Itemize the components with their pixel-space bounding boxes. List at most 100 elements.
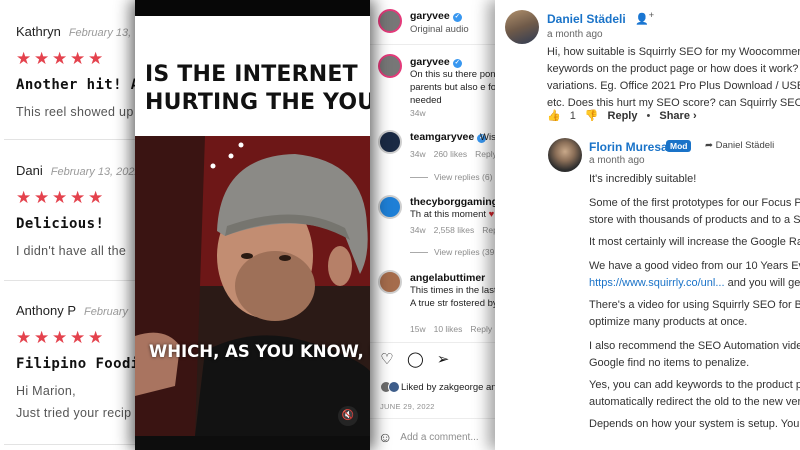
instagram-comments-panel: garyvee ✓ Original audio garyvee ✓ On this… — [370, 0, 495, 450]
comment-icon[interactable]: ◯ — [407, 352, 424, 368]
mute-icon[interactable]: 🔇 — [338, 406, 358, 426]
video-headline: IS THE INTERNET — [145, 62, 358, 87]
reply-paragraph: Some of the first prototypes for our Foc… — [589, 197, 800, 209]
reply-paragraph: It most certainly will increase the Goog… — [589, 236, 800, 248]
video-top-bar — [135, 0, 370, 16]
star-icon: ★ — [52, 49, 68, 68]
emoji-icon[interactable]: ☺ — [378, 429, 392, 445]
share-button[interactable]: Share › — [659, 110, 696, 122]
star-icon: ★ — [70, 188, 86, 207]
star-icon: ★ — [16, 328, 32, 347]
comment-age: 15w — [410, 324, 426, 334]
username-text[interactable]: teamgaryvee — [410, 131, 474, 143]
comment-likes[interactable]: 10 likes — [434, 324, 463, 334]
review-author: Anthony P — [16, 303, 76, 318]
comment-likes[interactable]: 260 likes — [434, 149, 468, 159]
share-label[interactable]: Share — [659, 110, 690, 122]
comment-age: 34w — [410, 149, 426, 159]
comment-username[interactable]: thecyborggaming — [410, 196, 495, 208]
star-icon: ★ — [16, 49, 32, 68]
avatar[interactable] — [378, 54, 402, 78]
reply-paragraph: automatically redirect the old to the ne… — [589, 396, 800, 408]
comment-age: 34w — [410, 108, 426, 118]
reply-link[interactable]: Reply — [470, 324, 492, 334]
comment-username[interactable]: angelabuttimer — [410, 272, 485, 284]
post-actions: ♡ ◯ ➢ — [379, 352, 451, 368]
thumbs-up-icon[interactable]: 👍 — [547, 109, 561, 122]
reply-paragraph: Yes, you can add keywords to the product… — [589, 379, 800, 391]
reply-button[interactable]: Reply — [608, 110, 638, 122]
star-icon: ★ — [88, 49, 104, 68]
reply-paragraph: https://www.squirrly.co/unl... and you w… — [589, 275, 800, 292]
username-text[interactable]: garyvee — [410, 10, 450, 22]
liked-avatars — [380, 381, 400, 393]
post-body-line: Hi, how suitable is Squirrly SEO for my … — [547, 46, 800, 58]
reply-paragraph: We have a good video from our 10 Years E… — [589, 260, 800, 272]
squirrly-link[interactable]: https://www.squirrly.co/unl... — [589, 277, 725, 289]
review-date: February — [84, 306, 129, 318]
post-time: a month ago — [547, 29, 603, 40]
comment-meta: 34w — [410, 108, 434, 118]
divider — [370, 342, 495, 343]
avatar[interactable] — [548, 138, 582, 172]
reply-paragraph: I also recommend the SEO Automation vide… — [589, 340, 800, 352]
avatar[interactable] — [505, 10, 539, 44]
avatar[interactable] — [378, 130, 402, 154]
view-replies-link[interactable]: View replies (39 — [410, 247, 494, 257]
star-icon: ★ — [34, 49, 50, 68]
reply-to[interactable]: ➦ Daniel Städeli — [705, 140, 774, 151]
share-icon[interactable]: ➢ — [435, 352, 451, 368]
reply-paragraph: store with thousands of products and to … — [589, 214, 800, 226]
star-icon: ★ — [70, 328, 86, 347]
comment-age: 34w — [410, 225, 426, 235]
video-panel[interactable]: IS THE INTERNET HURTING THE YOUTH? — [135, 0, 370, 450]
review-author: Kathryn — [16, 24, 61, 39]
verified-icon: ✓ — [452, 13, 462, 22]
reply-link[interactable]: Reply — [475, 149, 495, 159]
follow-user-icon[interactable]: 👤+ — [635, 10, 654, 26]
avatar[interactable] — [378, 9, 402, 33]
ig-audio-label[interactable]: Original audio — [410, 24, 469, 35]
star-icon: ★ — [52, 188, 68, 207]
view-replies-link[interactable]: View replies (6) — [410, 172, 492, 182]
post-body-line: keywords on the product page or how does… — [547, 63, 800, 75]
add-comment-input[interactable]: Add a comment... — [400, 432, 478, 443]
forum-thread-panel: Daniel Städeli 👤+ a month ago Hi, how su… — [495, 0, 800, 450]
ig-header-username[interactable]: garyvee ✓ — [410, 10, 462, 22]
divider — [370, 44, 495, 45]
add-comment[interactable]: ☺ Add a comment... — [378, 429, 479, 445]
like-count: 1 — [569, 109, 576, 122]
post-actions: 👍 1 👎 Reply • Share › — [547, 109, 697, 123]
video-headline: HURTING THE YOUTH? — [145, 90, 370, 115]
star-icon: ★ — [34, 188, 50, 207]
comment-username[interactable]: teamgaryvee ✓ — [410, 131, 487, 143]
comment-text: On this su there pondering thes of paren… — [410, 69, 495, 106]
comment-meta: 34w 260 likes Reply — [410, 149, 495, 159]
heart-icon[interactable]: ♡ — [379, 352, 395, 368]
avatar[interactable] — [378, 195, 402, 219]
thumbs-down-icon[interactable]: 👎 — [585, 109, 599, 122]
comment-text-body: Th at this moment — [410, 209, 487, 220]
video-frame — [135, 136, 370, 436]
comment-text: Wise — [480, 132, 495, 143]
comment-likes[interactable]: 2,558 likes — [434, 225, 475, 235]
comment-meta: 15w 10 likes Reply — [410, 324, 495, 334]
verified-icon: ✓ — [452, 59, 462, 68]
post-author[interactable]: Daniel Städeli — [547, 12, 626, 26]
video-caption: WHICH, AS YOU KNOW, IS — [149, 342, 370, 361]
liked-by[interactable]: Liked by zakgeorge and — [380, 381, 495, 393]
reply-link[interactable]: Reply — [482, 225, 495, 235]
liked-by-text[interactable]: Liked by zakgeorge and — [401, 382, 495, 393]
reply-paragraph: Depends on how your system is setup. You… — [589, 418, 800, 430]
video-scene-illustration — [135, 136, 370, 436]
comment-meta: 34w 2,558 likes Reply — [410, 225, 495, 235]
heart-icon: ♥ — [488, 209, 495, 220]
comment-text: Th at this moment ♥ — [410, 208, 495, 221]
comment-username[interactable]: garyvee ✓ — [410, 56, 462, 68]
reply-author[interactable]: Florin Muresan — [589, 140, 675, 154]
username-text[interactable]: garyvee — [410, 56, 450, 68]
reply-to-name[interactable]: Daniel Städeli — [716, 140, 775, 151]
avatar[interactable] — [378, 270, 402, 294]
post-body-line: variations. Eg. Office 2021 Pro Plus Dow… — [547, 80, 800, 92]
reply-text: and you will get a — [727, 277, 800, 289]
